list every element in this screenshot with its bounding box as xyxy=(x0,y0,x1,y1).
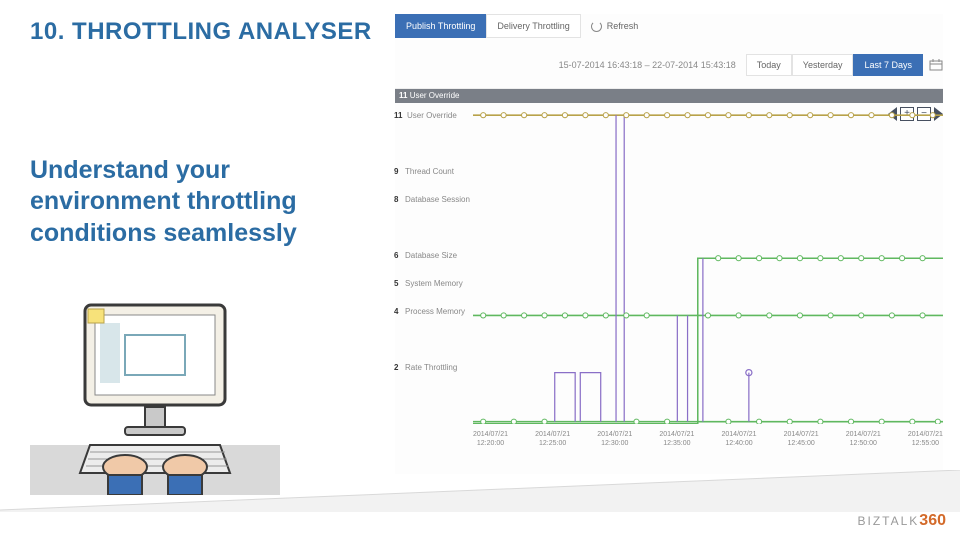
footer-divider xyxy=(0,470,960,540)
y-label-process-memory: Process Memory xyxy=(405,307,465,316)
chart-header-num: 11 xyxy=(399,91,410,100)
chart-header-text: User Override xyxy=(410,91,460,100)
y-label-system-memory: System Memory xyxy=(405,279,463,288)
throttling-panel: Publish Throttling Delivery Throttling R… xyxy=(395,14,943,474)
calendar-icon[interactable] xyxy=(929,59,943,71)
y-num-11: 11 xyxy=(394,111,402,120)
y-label-db-session: Database Session xyxy=(405,195,470,204)
y-num-9: 9 xyxy=(394,167,398,176)
xlabel-4: 2014/07/2112:40:00 xyxy=(722,431,757,448)
chart-header-bar: 11 User Override xyxy=(395,89,943,103)
y-label-db-size: Database Size xyxy=(405,251,457,260)
throttling-tabs: Publish Throttling Delivery Throttling R… xyxy=(395,14,943,38)
slide-subtitle: Understand your environment throttling c… xyxy=(30,155,360,249)
tab-delivery-throttling[interactable]: Delivery Throttling xyxy=(486,14,580,38)
y-num-4: 4 xyxy=(394,307,398,316)
y-label-rate-throttling: Rate Throttling xyxy=(405,363,457,372)
y-num-8: 8 xyxy=(394,195,398,204)
refresh-button[interactable]: Refresh xyxy=(591,21,639,32)
chart-plot[interactable] xyxy=(473,107,943,424)
pill-today[interactable]: Today xyxy=(746,54,792,76)
xlabel-6: 2014/07/2112:50:00 xyxy=(846,431,881,448)
refresh-label: Refresh xyxy=(607,21,639,31)
date-range-row: 15-07-2014 16:43:18 – 22-07-2014 15:43:1… xyxy=(395,54,943,76)
y-label-user-override: User Override xyxy=(407,111,457,120)
analyst-illustration xyxy=(30,295,280,495)
xlabel-1: 2014/07/2112:25:00 xyxy=(535,431,570,448)
refresh-icon xyxy=(591,21,602,32)
pill-yesterday[interactable]: Yesterday xyxy=(792,54,854,76)
footer-brand: BIZTALK xyxy=(858,514,920,528)
slide-title: 10. THROTTLING ANALYSER xyxy=(30,18,372,46)
xlabel-5: 2014/07/2112:45:00 xyxy=(784,431,819,448)
footer-logo: BIZTALK360 xyxy=(858,512,947,530)
xlabel-0: 2014/07/2112:20:00 xyxy=(473,431,508,448)
x-axis-labels: 2014/07/2112:20:00 2014/07/2112:25:00 20… xyxy=(473,431,943,448)
xlabel-2: 2014/07/2112:30:00 xyxy=(597,431,632,448)
tab-publish-throttling[interactable]: Publish Throttling xyxy=(395,14,486,38)
y-label-thread-count: Thread Count xyxy=(405,167,454,176)
xlabel-7: 2014/07/2112:55:00 xyxy=(908,431,943,448)
y-num-6: 6 xyxy=(394,251,398,260)
throttling-chart: 11 User Override + − 11 User Override 9 … xyxy=(395,88,943,448)
footer-suffix: 360 xyxy=(919,512,946,529)
y-num-5: 5 xyxy=(394,279,398,288)
date-range-text: 15-07-2014 16:43:18 – 22-07-2014 15:43:1… xyxy=(395,60,746,70)
xlabel-3: 2014/07/2112:35:00 xyxy=(659,431,694,448)
y-num-2: 2 xyxy=(394,363,398,372)
pill-last-7-days[interactable]: Last 7 Days xyxy=(853,54,923,76)
